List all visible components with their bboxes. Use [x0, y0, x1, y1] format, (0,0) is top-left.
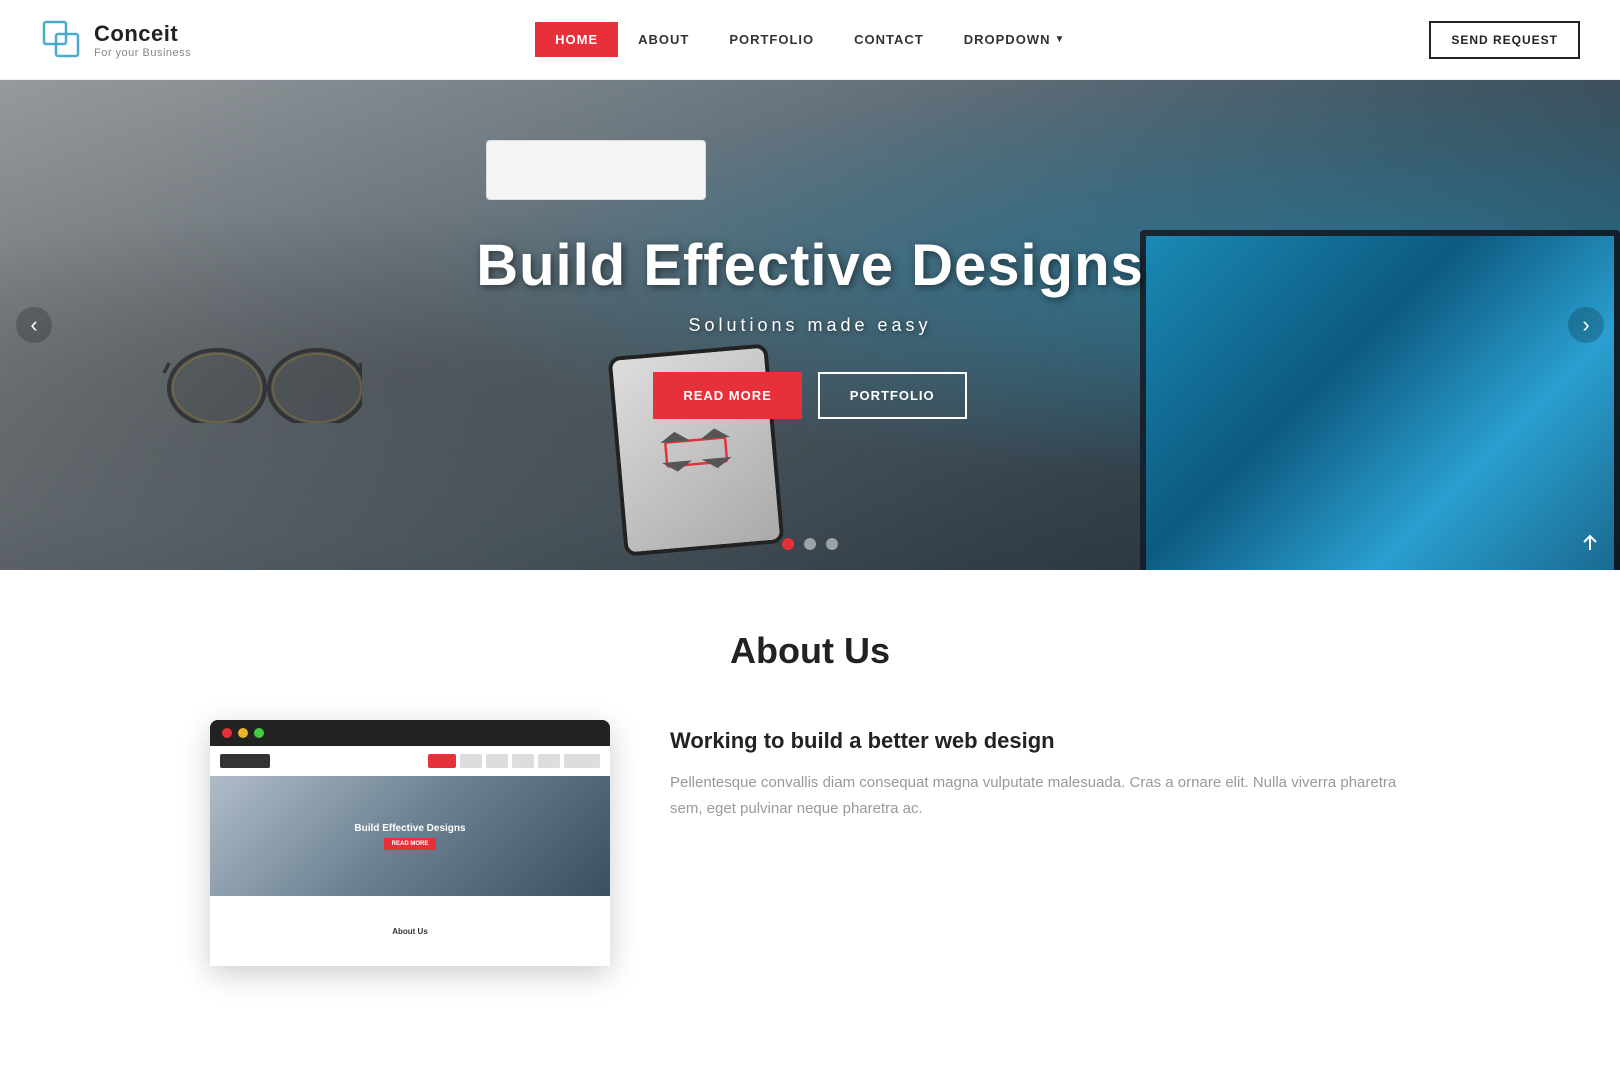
- slider-dot-1[interactable]: [782, 538, 794, 550]
- nav-links: HOME ABOUT PORTFOLIO CONTACT DROPDOWN ▼: [535, 22, 1085, 57]
- mockup-mini-about-title: About Us: [392, 927, 428, 936]
- slider-dot-2[interactable]: [804, 538, 816, 550]
- mockup-mini-send: [564, 754, 600, 768]
- mockup-titlebar: [210, 720, 610, 746]
- mockup-screen: Build Effective Designs READ MORE About …: [210, 746, 610, 966]
- mockup-mini-hero-text: Build Effective Designs READ MORE: [354, 823, 465, 850]
- read-more-button[interactable]: READ MORE: [653, 372, 801, 419]
- mockup-dot-minimize: [238, 728, 248, 738]
- mockup-frame: Build Effective Designs READ MORE About …: [210, 720, 610, 966]
- mockup-mini-about: [460, 754, 482, 768]
- dropdown-arrow-icon: ▼: [1054, 34, 1065, 45]
- mockup-dot-close: [222, 728, 232, 738]
- nav-link-home[interactable]: HOME: [535, 22, 618, 57]
- brand-name: Conceit: [94, 21, 191, 47]
- hero-section: Build Effective Designs Solutions made e…: [0, 80, 1620, 570]
- mockup-mini-contact: [512, 754, 534, 768]
- mockup-mini-portfolio: [486, 754, 508, 768]
- dropdown-label: DROPDOWN ▼: [964, 32, 1066, 47]
- slider-dots: [782, 538, 838, 550]
- slider-dot-3[interactable]: [826, 538, 838, 550]
- mockup-dot-expand: [254, 728, 264, 738]
- navbar: Conceit For your Business HOME ABOUT POR…: [0, 0, 1620, 80]
- hero-glasses-decoration: [162, 333, 362, 423]
- nav-link-about[interactable]: ABOUT: [618, 22, 709, 57]
- about-content: Build Effective Designs READ MORE About …: [210, 720, 1410, 966]
- about-section: About Us: [0, 570, 1620, 1006]
- nav-link-portfolio[interactable]: PORTFOLIO: [709, 22, 834, 57]
- nav-item-contact[interactable]: CONTACT: [834, 22, 944, 57]
- logo-icon: [40, 18, 84, 62]
- mockup-mini-hero: Build Effective Designs READ MORE: [210, 776, 610, 896]
- logo-text: Conceit For your Business: [94, 21, 191, 59]
- nav-link-dropdown[interactable]: DROPDOWN ▼: [944, 22, 1086, 57]
- mockup-mini-nav-items: [428, 754, 600, 768]
- mockup-mini-about-section: About Us: [210, 896, 610, 966]
- brand-tagline: For your Business: [94, 47, 191, 59]
- about-content-title: Working to build a better web design: [670, 728, 1410, 754]
- nav-item-about[interactable]: ABOUT: [618, 22, 709, 57]
- scroll-up-button[interactable]: [1580, 534, 1600, 554]
- mockup-mini-nav: [210, 746, 610, 776]
- send-request-button[interactable]: SEND REQUEST: [1429, 21, 1580, 59]
- about-content-body: Pellentesque convallis diam consequat ma…: [670, 770, 1410, 821]
- hero-buttons: READ MORE PORTFOLIO: [476, 372, 1144, 419]
- slider-prev-button[interactable]: ‹: [16, 307, 52, 343]
- hero-subtitle: Solutions made easy: [476, 315, 1144, 336]
- about-section-title: About Us: [40, 630, 1580, 672]
- nav-link-contact[interactable]: CONTACT: [834, 22, 944, 57]
- mockup-mini-dropdown: [538, 754, 560, 768]
- hero-laptop-device: [1140, 230, 1620, 570]
- hero-content: Build Effective Designs Solutions made e…: [456, 232, 1164, 419]
- nav-item-portfolio[interactable]: PORTFOLIO: [709, 22, 834, 57]
- logo[interactable]: Conceit For your Business: [40, 18, 191, 62]
- about-mockup: Build Effective Designs READ MORE About …: [210, 720, 610, 966]
- portfolio-button[interactable]: PORTFOLIO: [818, 372, 967, 419]
- mockup-mini-btn: READ MORE: [384, 838, 437, 850]
- nav-item-home[interactable]: HOME: [535, 22, 618, 57]
- mockup-mini-home: [428, 754, 456, 768]
- about-text-column: Working to build a better web design Pel…: [670, 720, 1410, 821]
- hero-title: Build Effective Designs: [476, 232, 1144, 299]
- hero-console-device: [486, 140, 706, 200]
- slider-next-button[interactable]: ›: [1568, 307, 1604, 343]
- nav-item-dropdown[interactable]: DROPDOWN ▼: [944, 22, 1086, 57]
- mockup-mini-logo: [220, 754, 270, 768]
